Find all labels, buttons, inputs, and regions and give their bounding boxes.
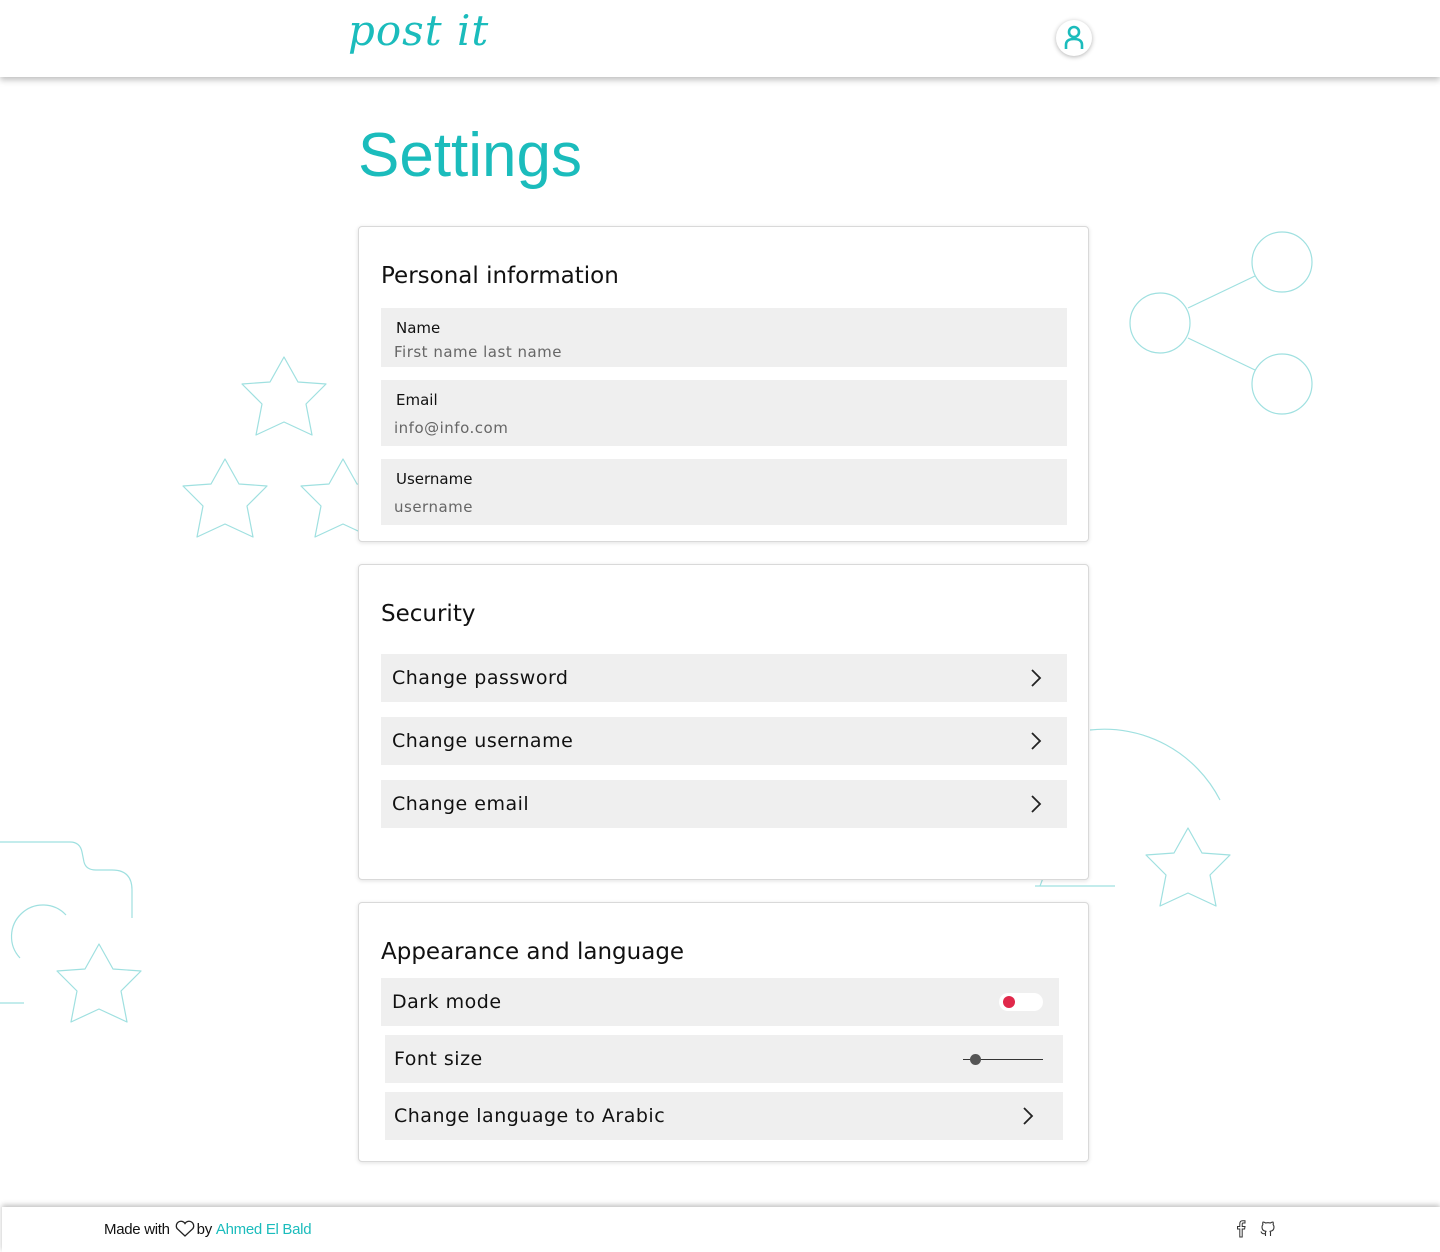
star-icon [182,458,268,538]
star-icon [1145,827,1231,907]
github-icon[interactable] [1259,1220,1277,1238]
personal-information-title: Personal information [381,263,619,289]
change-email-label: Change email [392,793,530,815]
footer: Made with by Ahmed El Bald [2,1207,1440,1252]
user-icon [1064,25,1084,49]
security-title: Security [381,601,476,627]
share-node [1251,353,1313,415]
font-size-row: Font size [385,1035,1063,1083]
footer-credit: Made with by Ahmed El Bald [104,1220,312,1238]
email-field: Email [381,380,1067,446]
star-icon [56,943,142,1023]
share-node [1129,292,1191,354]
dark-mode-label: Dark mode [392,991,502,1013]
change-username-label: Change username [392,730,574,752]
personal-information-card: Personal information Name Email Username [358,226,1089,542]
star-icon [241,356,327,436]
by-text: by [196,1220,213,1238]
change-username-row[interactable]: Change username [381,717,1067,765]
facebook-icon[interactable] [1234,1220,1248,1238]
share-node [1251,231,1313,293]
username-input[interactable] [394,498,1044,516]
slider-thumb[interactable] [970,1054,981,1065]
change-language-row[interactable]: Change language to Arabic [385,1092,1063,1140]
dark-mode-row: Dark mode [381,978,1059,1026]
author-link[interactable]: Ahmed El Bald [216,1221,312,1238]
font-size-slider[interactable] [963,1049,1045,1069]
change-password-label: Change password [392,667,569,689]
profile-button[interactable] [1056,20,1092,56]
change-password-row[interactable]: Change password [381,654,1067,702]
username-field: Username [381,459,1067,525]
appearance-card: Appearance and language Dark mode Font s… [358,902,1089,1162]
toggle-knob [1003,996,1015,1008]
name-input[interactable] [394,343,1044,361]
email-input[interactable] [394,419,1044,437]
logo[interactable]: post it [348,6,489,55]
name-label: Name [396,319,441,337]
username-label: Username [396,470,473,488]
chevron-right-icon [1031,795,1042,813]
top-header: post it [0,0,1440,77]
page-title: Settings [358,121,583,190]
font-size-label: Font size [394,1048,483,1070]
chevron-right-icon [1031,732,1042,750]
chevron-right-icon [1023,1107,1034,1125]
change-email-row[interactable]: Change email [381,780,1067,828]
name-field: Name [381,308,1067,367]
change-language-label: Change language to Arabic [394,1105,666,1127]
appearance-title: Appearance and language [381,939,685,965]
chevron-right-icon [1031,669,1042,687]
made-with-text: Made with [104,1220,170,1238]
dark-mode-toggle[interactable] [999,993,1043,1011]
heart-icon [175,1220,194,1237]
email-label: Email [396,391,438,409]
security-card: Security Change password Change username… [358,564,1089,880]
